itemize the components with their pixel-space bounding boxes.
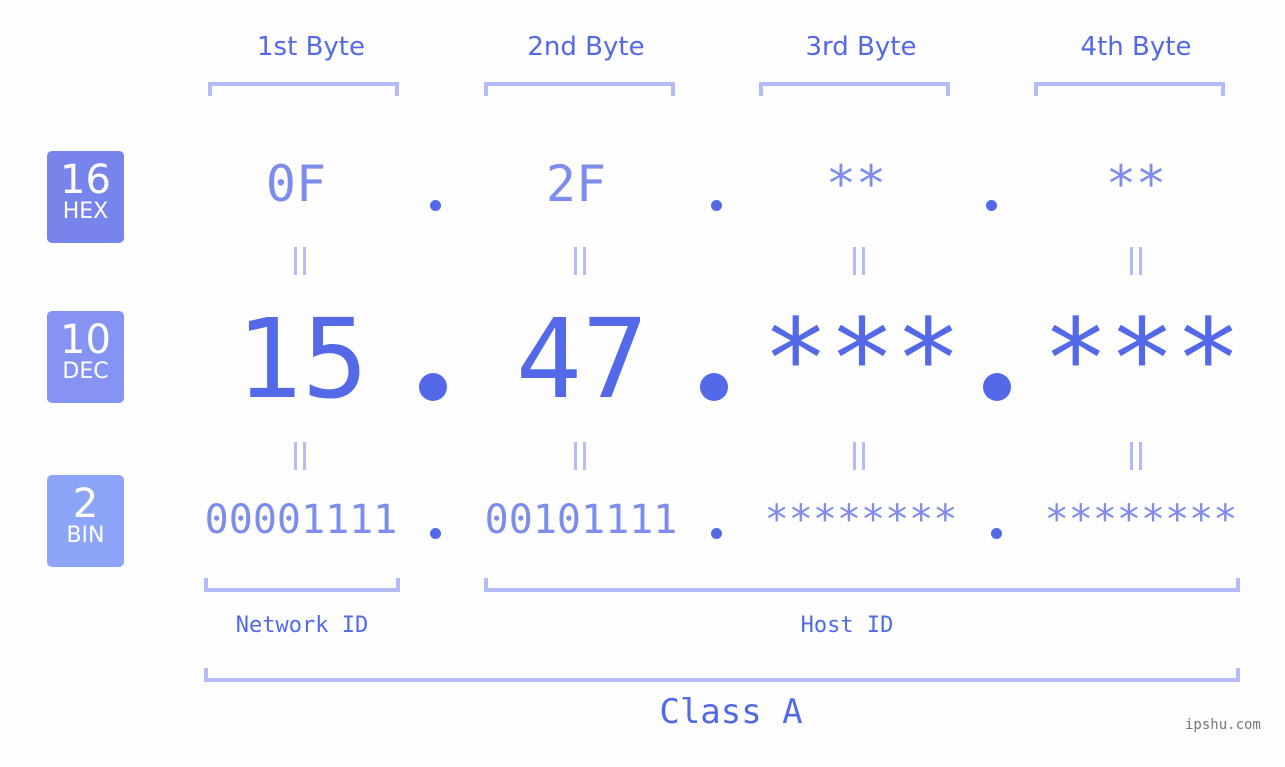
byte-header-2: 2nd Byte [527, 32, 645, 62]
dec-byte-2: 47 [515, 295, 649, 423]
equals-icon [292, 247, 308, 275]
bin-byte-4: ******** [1044, 497, 1238, 543]
class-bracket [204, 668, 1240, 682]
bin-badge: 2 BIN [47, 475, 124, 567]
dec-badge: 10 DEC [47, 311, 124, 403]
byte-bracket-3 [759, 82, 950, 96]
dec-badge-label: DEC [62, 359, 109, 384]
class-label: Class A [659, 692, 803, 732]
byte-header-4: 4th Byte [1080, 32, 1192, 62]
hex-byte-1: 0F [265, 155, 327, 213]
host-id-bracket [484, 578, 1240, 592]
hex-badge-number: 16 [60, 157, 111, 203]
host-id-label: Host ID [800, 613, 894, 638]
hex-dot-2 [711, 200, 722, 211]
byte-header-1: 1st Byte [257, 32, 365, 62]
dec-dot-2 [700, 373, 728, 401]
bin-badge-number: 2 [72, 481, 99, 527]
equals-icon [292, 442, 308, 470]
hex-byte-4: ** [1105, 155, 1167, 213]
hex-badge-label: HEX [62, 199, 109, 224]
dec-badge-number: 10 [60, 317, 111, 363]
hex-byte-3: ** [825, 155, 887, 213]
bin-badge-label: BIN [66, 523, 105, 548]
network-id-bracket [204, 578, 400, 592]
bin-dot-1 [430, 528, 441, 539]
hex-dot-3 [986, 200, 997, 211]
equals-icon [851, 442, 867, 470]
bin-byte-2: 00101111 [484, 497, 678, 543]
bin-byte-3: ******** [764, 497, 958, 543]
byte-bracket-4 [1034, 82, 1225, 96]
bin-dot-3 [991, 528, 1002, 539]
dec-byte-1: 15 [235, 295, 369, 423]
equals-icon [1128, 247, 1144, 275]
hex-badge: 16 HEX [47, 151, 124, 243]
dec-byte-3: *** [762, 295, 962, 423]
equals-icon [851, 247, 867, 275]
equals-icon [572, 442, 588, 470]
byte-bracket-2 [484, 82, 675, 96]
dec-dot-1 [419, 373, 447, 401]
bin-byte-1: 00001111 [204, 497, 398, 543]
dec-dot-3 [983, 373, 1011, 401]
byte-header-3: 3rd Byte [805, 32, 917, 62]
dec-byte-4: *** [1042, 295, 1242, 423]
hex-byte-2: 2F [545, 155, 607, 213]
network-id-label: Network ID [235, 613, 369, 638]
hex-dot-1 [430, 200, 441, 211]
equals-icon [572, 247, 588, 275]
byte-bracket-1 [208, 82, 399, 96]
watermark: ipshu.com [1185, 717, 1261, 733]
bin-dot-2 [711, 528, 722, 539]
equals-icon [1128, 442, 1144, 470]
